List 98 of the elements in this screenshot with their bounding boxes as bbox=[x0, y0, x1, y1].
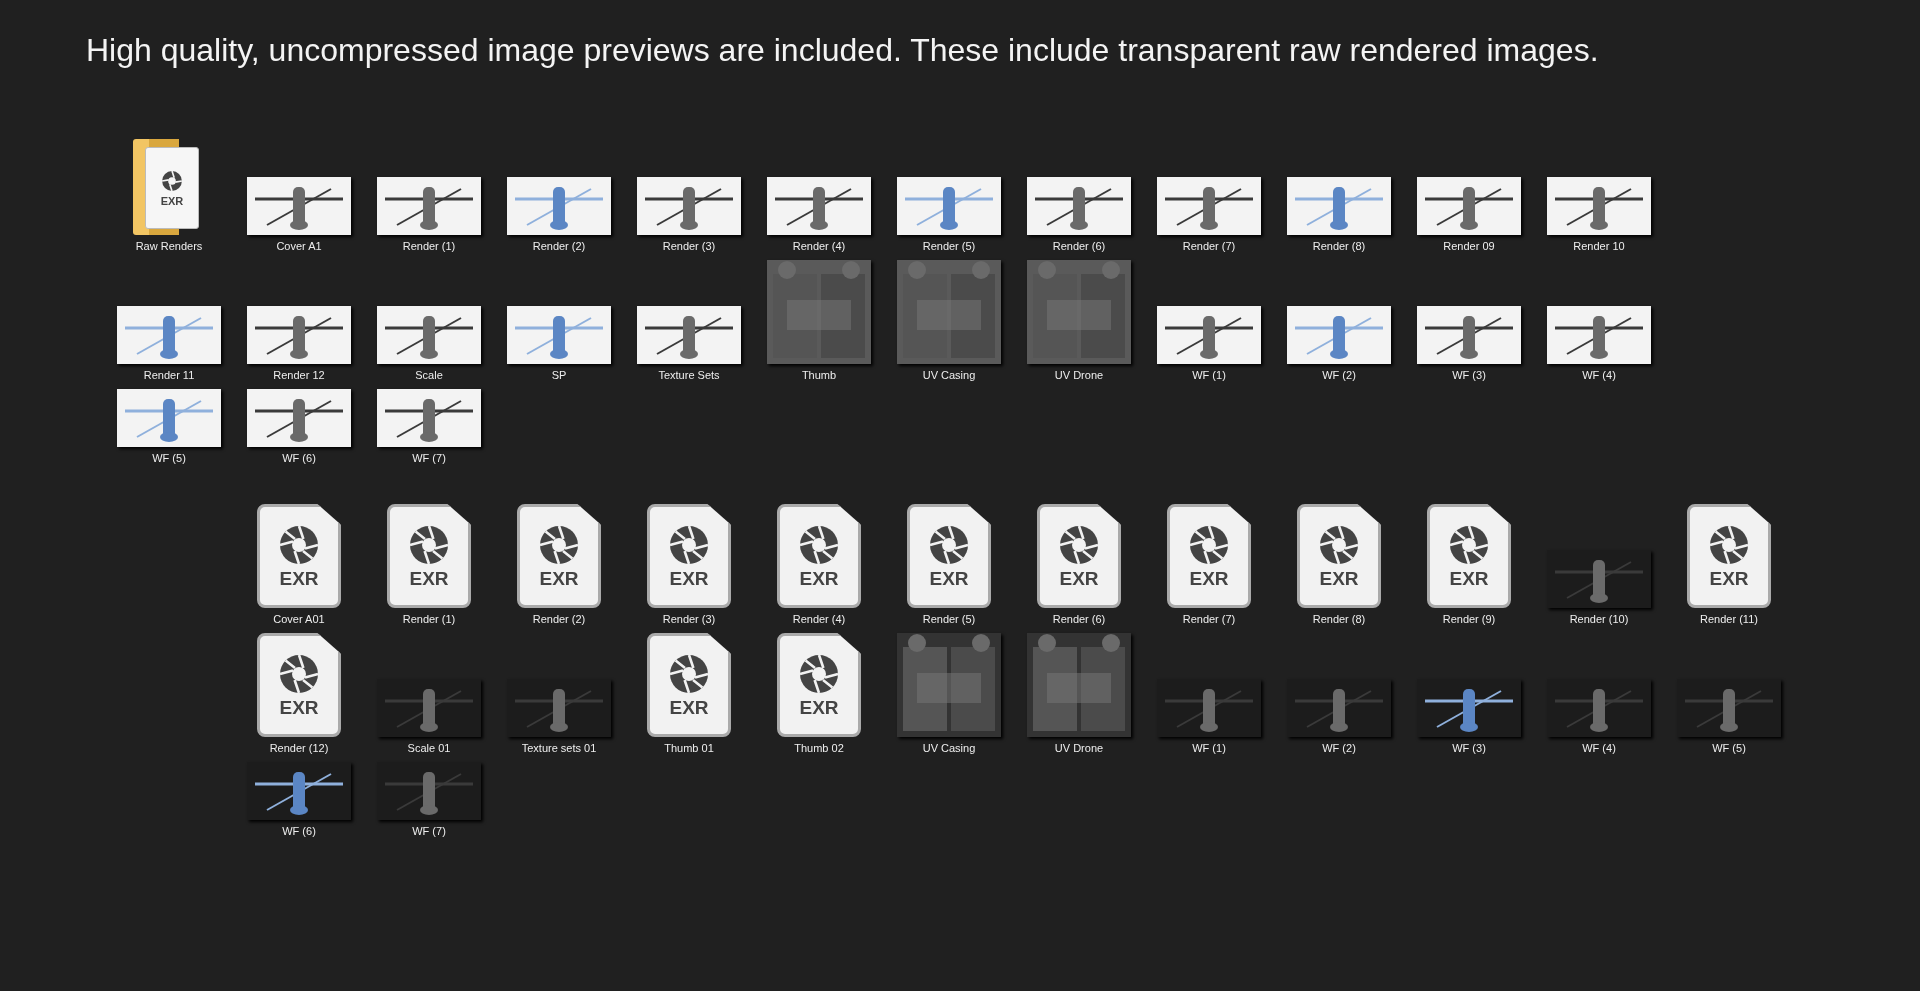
aperture-icon bbox=[799, 653, 839, 694]
file-type-label: EXR bbox=[279, 697, 319, 717]
file-name: Render (4) bbox=[792, 613, 846, 625]
file-name: Texture Sets bbox=[658, 369, 720, 381]
file-name: Render (3) bbox=[662, 613, 716, 625]
file-name: WF (4) bbox=[1582, 742, 1616, 754]
document-icon[interactable]: EXR bbox=[257, 633, 341, 737]
file-type-label: EXR bbox=[409, 568, 449, 588]
file-name: Cover A01 bbox=[273, 613, 325, 625]
aperture-icon bbox=[409, 524, 449, 565]
file-type-label: EXR bbox=[1449, 568, 1489, 588]
heading: High quality, uncompressed image previews are included. These include transparent raw rendered images. bbox=[86, 32, 1600, 69]
file-type-label: EXR bbox=[669, 697, 709, 717]
file-name: UV Casing bbox=[922, 742, 976, 754]
file-name: Render (5) bbox=[922, 613, 976, 625]
file-name: Render (5) bbox=[922, 240, 976, 252]
document-icon[interactable]: EXR bbox=[1167, 504, 1251, 608]
aperture-icon bbox=[1709, 524, 1749, 565]
document-icon[interactable]: EXR bbox=[777, 504, 861, 608]
file-name: Render 10 bbox=[1573, 240, 1625, 252]
file-name: Render (6) bbox=[1052, 240, 1106, 252]
file-type-label: EXR bbox=[929, 568, 969, 588]
file-type-label: EXR bbox=[1059, 568, 1099, 588]
file-name: Render (3) bbox=[662, 240, 716, 252]
file-type-label: EXR bbox=[669, 568, 709, 588]
document-icon[interactable]: EXR bbox=[1687, 504, 1771, 608]
document-icon[interactable]: EXR bbox=[647, 504, 731, 608]
aperture-icon bbox=[1319, 524, 1359, 565]
file-name: Render (1) bbox=[402, 613, 456, 625]
file-name: Render 12 bbox=[273, 369, 325, 381]
file-name: WF (4) bbox=[1582, 369, 1616, 381]
aperture-icon bbox=[929, 524, 969, 565]
file-type-label: EXR bbox=[1319, 568, 1359, 588]
document-icon[interactable]: EXR bbox=[1427, 504, 1511, 608]
file-name: UV Casing bbox=[922, 369, 976, 381]
aperture-icon bbox=[279, 653, 319, 694]
file-name: WF (3) bbox=[1452, 742, 1486, 754]
file-name: WF (6) bbox=[282, 825, 316, 837]
file-name: Cover A1 bbox=[276, 240, 322, 252]
file-name: Scale bbox=[415, 369, 443, 381]
file-name: WF (7) bbox=[412, 825, 446, 837]
aperture-icon bbox=[669, 524, 709, 565]
file-name: Render (11) bbox=[1700, 613, 1758, 625]
file-name: UV Drone bbox=[1054, 369, 1104, 381]
file-name: Render (7) bbox=[1182, 613, 1236, 625]
file-name: Render 11 bbox=[143, 369, 195, 381]
file-name: Thumb 01 bbox=[664, 742, 714, 754]
file-name: Render (9) bbox=[1442, 613, 1496, 625]
file-name: Render (2) bbox=[532, 613, 586, 625]
file-name: Render 09 bbox=[1443, 240, 1495, 252]
aperture-icon bbox=[161, 169, 183, 192]
file-name: WF (5) bbox=[152, 452, 186, 464]
document-icon[interactable]: EXR bbox=[777, 633, 861, 737]
file-name: Render (4) bbox=[792, 240, 846, 252]
aperture-icon bbox=[799, 524, 839, 565]
aperture-icon bbox=[539, 524, 579, 565]
file-name: Render (10) bbox=[1569, 613, 1629, 625]
file-name: WF (7) bbox=[412, 452, 446, 464]
document-icon[interactable]: EXR bbox=[387, 504, 471, 608]
file-name: WF (2) bbox=[1322, 369, 1356, 381]
file-type-label: EXR bbox=[1189, 568, 1229, 588]
file-type-label: EXR bbox=[539, 568, 579, 588]
document-icon[interactable]: EXR bbox=[517, 504, 601, 608]
document-icon[interactable]: EXR bbox=[257, 504, 341, 608]
file-name: Render (6) bbox=[1052, 613, 1106, 625]
aperture-icon bbox=[1449, 524, 1489, 565]
document-icon[interactable]: EXR bbox=[1297, 504, 1381, 608]
file-name: Render (7) bbox=[1182, 240, 1236, 252]
file-name: Raw Renders bbox=[135, 240, 203, 252]
file-name: Texture sets 01 bbox=[521, 742, 597, 754]
aperture-icon bbox=[279, 524, 319, 565]
file-name: Render (12) bbox=[269, 742, 329, 754]
aperture-icon bbox=[669, 653, 709, 694]
file-name: WF (2) bbox=[1322, 742, 1356, 754]
file-name: Render (8) bbox=[1312, 240, 1366, 252]
aperture-icon bbox=[1059, 524, 1099, 565]
file-name: Thumb bbox=[801, 369, 837, 381]
file-type-label: EXR bbox=[1709, 568, 1749, 588]
file-name: Render (8) bbox=[1312, 613, 1366, 625]
file-name: WF (3) bbox=[1452, 369, 1486, 381]
file-name: WF (5) bbox=[1712, 742, 1746, 754]
file-name: WF (1) bbox=[1192, 742, 1226, 754]
file-name: WF (1) bbox=[1192, 369, 1226, 381]
file-type-label: EXR bbox=[279, 568, 319, 588]
file-name: WF (6) bbox=[282, 452, 316, 464]
file-name: Render (2) bbox=[532, 240, 586, 252]
file-type-label: EXR bbox=[799, 697, 839, 717]
document-icon[interactable]: EXR bbox=[1037, 504, 1121, 608]
file-name: Thumb 02 bbox=[794, 742, 844, 754]
file-type-label: EXR bbox=[160, 194, 184, 207]
document-icon[interactable]: EXR bbox=[907, 504, 991, 608]
file-name: Render (1) bbox=[402, 240, 456, 252]
aperture-icon bbox=[1189, 524, 1229, 565]
file-type-label: EXR bbox=[799, 568, 839, 588]
file-name: UV Drone bbox=[1054, 742, 1104, 754]
document-icon[interactable]: EXR bbox=[647, 633, 731, 737]
file-name: SP bbox=[551, 369, 567, 381]
file-name: Scale 01 bbox=[407, 742, 451, 754]
